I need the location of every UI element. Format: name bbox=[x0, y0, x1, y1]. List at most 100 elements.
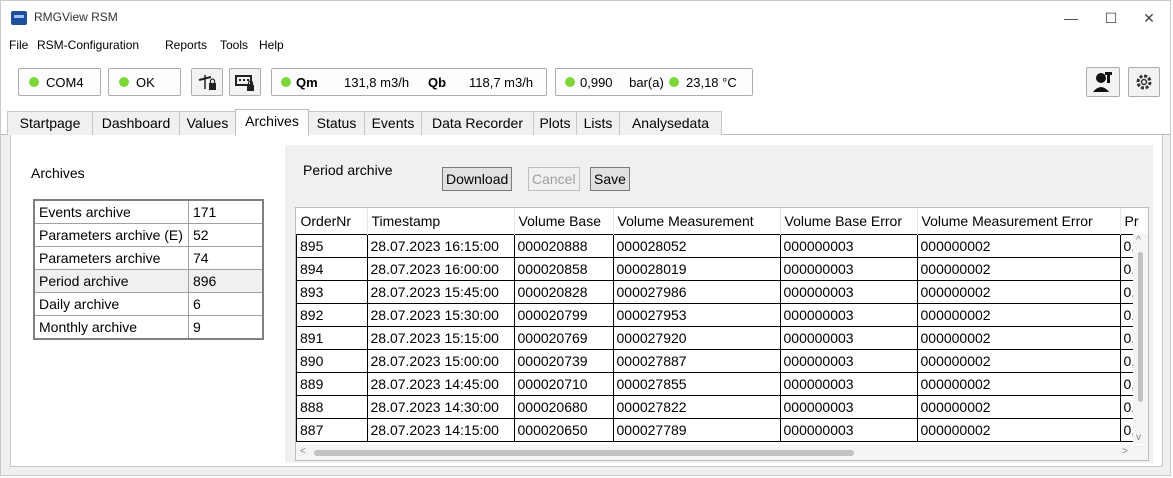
tab-data-recorder[interactable]: Data Recorder bbox=[421, 111, 534, 135]
table-cell: 28.07.2023 14:30:00 bbox=[366, 395, 515, 419]
service-user-icon bbox=[1093, 72, 1112, 92]
port-indicator[interactable]: COM4 bbox=[18, 68, 101, 96]
close-icon[interactable]: ✕ bbox=[1134, 7, 1164, 29]
column-header[interactable]: Volume Measurement bbox=[613, 208, 781, 235]
table-cell: 000020888 bbox=[513, 234, 614, 258]
table-row[interactable]: 891 28.07.2023 15:15:00 000020769 000027920… bbox=[296, 326, 1148, 350]
qb-value: 118,7 m3/h bbox=[469, 75, 534, 90]
tab-status[interactable]: Status bbox=[308, 111, 365, 135]
column-header[interactable]: Volume Base bbox=[514, 208, 614, 235]
table-row[interactable]: 893 28.07.2023 15:45:00 000020828 000027986… bbox=[296, 280, 1148, 304]
table-cell: 000000002 bbox=[916, 395, 1121, 419]
table-row[interactable]: 890 28.07.2023 15:00:00 000020739 000027887… bbox=[296, 349, 1148, 373]
table-cell: 000000003 bbox=[779, 280, 918, 304]
column-header[interactable]: Volume Measurement Error bbox=[917, 208, 1121, 235]
scroll-down-icon[interactable]: v bbox=[1136, 432, 1141, 443]
column-header[interactable]: Timestamp bbox=[367, 208, 515, 235]
pressure-status-dot bbox=[565, 77, 575, 87]
period-archive-grid[interactable]: OrderNr Timestamp Volume Base Volume Measur… bbox=[295, 207, 1149, 461]
table-cell: 000028019 bbox=[612, 257, 781, 281]
table-cell: 28.07.2023 16:00:00 bbox=[366, 257, 515, 281]
scroll-right-icon[interactable]: > bbox=[1122, 446, 1128, 457]
menu-help[interactable]: Help bbox=[259, 38, 284, 52]
user-service-button[interactable] bbox=[1086, 67, 1120, 97]
table-row[interactable]: 894 28.07.2023 16:00:00 000020858 000028019… bbox=[296, 257, 1148, 281]
table-cell: 889 bbox=[296, 372, 368, 396]
qb-label: Qb bbox=[428, 75, 447, 90]
table-cell: 000000002 bbox=[916, 372, 1121, 396]
tab-lists[interactable]: Lists bbox=[576, 111, 620, 135]
pressure-value: 0,990 bar(a) bbox=[580, 75, 664, 90]
archive-count: 74 bbox=[187, 246, 264, 270]
period-archive-panel: Period archive Download Cancel Save Orde… bbox=[285, 145, 1153, 463]
table-cell: 000020710 bbox=[513, 372, 614, 396]
table-cell: 000020858 bbox=[513, 257, 614, 281]
archive-count: 171 bbox=[187, 199, 264, 224]
toolbar: COM4 OK Qm 131,8 m3/h Qb 118,7 m3/h 0,99… bbox=[1, 55, 1170, 109]
title-bar: RMGView RSM — ☐ ✕ bbox=[1, 1, 1170, 35]
column-header[interactable]: Volume Base Error bbox=[780, 208, 918, 235]
tab-values[interactable]: Values bbox=[179, 111, 236, 135]
scroll-left-icon[interactable]: < bbox=[300, 446, 306, 457]
archive-row[interactable]: Monthly archive 9 bbox=[33, 315, 264, 340]
column-header[interactable]: OrderNr bbox=[296, 208, 368, 235]
cancel-button[interactable]: Cancel bbox=[528, 167, 580, 191]
menu-bar: File RSM-Configuration Reports Tools Hel… bbox=[1, 35, 1170, 55]
table-cell: 28.07.2023 15:30:00 bbox=[366, 303, 515, 327]
vertical-scrollbar[interactable]: ^ v bbox=[1133, 234, 1148, 444]
table-cell: 000000003 bbox=[779, 349, 918, 373]
table-cell: 000020828 bbox=[513, 280, 614, 304]
table-cell: 28.07.2023 15:00:00 bbox=[366, 349, 515, 373]
table-row[interactable]: 888 28.07.2023 14:30:00 000020680 000027822… bbox=[296, 395, 1148, 419]
tab-analysedata[interactable]: Analysedata bbox=[619, 111, 722, 135]
table-cell: 000027855 bbox=[612, 372, 781, 396]
table-row[interactable]: 887 28.07.2023 14:15:00 000020650 000027789… bbox=[296, 418, 1148, 442]
device-lock-button[interactable] bbox=[229, 68, 261, 96]
table-cell: 000000003 bbox=[779, 372, 918, 396]
save-button[interactable]: Save bbox=[590, 167, 630, 191]
table-row[interactable]: 889 28.07.2023 14:45:00 000020710 000027855… bbox=[296, 372, 1148, 396]
table-cell: 000020680 bbox=[513, 395, 614, 419]
maximize-icon[interactable]: ☐ bbox=[1096, 7, 1126, 29]
download-button[interactable]: Download bbox=[442, 167, 513, 191]
qm-label: Qm bbox=[296, 75, 318, 90]
horizontal-scroll-thumb[interactable] bbox=[314, 450, 854, 456]
menu-reports[interactable]: Reports bbox=[165, 38, 207, 52]
table-cell: 000000002 bbox=[916, 303, 1121, 327]
connection-status[interactable]: OK bbox=[108, 68, 181, 96]
table-cell: 000020650 bbox=[513, 418, 614, 442]
period-archive-table: OrderNr Timestamp Volume Base Volume Measur… bbox=[296, 208, 1148, 442]
menu-tools[interactable]: Tools bbox=[220, 38, 248, 52]
column-header[interactable]: Pr bbox=[1120, 208, 1148, 235]
table-row[interactable]: 892 28.07.2023 15:30:00 000020799 000027953… bbox=[296, 303, 1148, 327]
tab-startpage[interactable]: Startpage bbox=[7, 111, 93, 135]
archive-row[interactable]: Parameters archive 74 bbox=[33, 246, 264, 270]
tab-dashboard[interactable]: Dashboard bbox=[92, 111, 180, 135]
archive-row[interactable]: Period archive 896 bbox=[33, 269, 264, 293]
minimize-icon[interactable]: — bbox=[1056, 7, 1086, 29]
tab-plots[interactable]: Plots bbox=[533, 111, 577, 135]
horizontal-scrollbar[interactable]: < > bbox=[296, 445, 1148, 460]
archive-name: Parameters archive bbox=[33, 246, 189, 270]
menu-rsm-configuration[interactable]: RSM-Configuration bbox=[37, 38, 139, 52]
table-cell: 000027986 bbox=[612, 280, 781, 304]
temperature-value: 23,18 °C bbox=[686, 75, 737, 90]
menu-file[interactable]: File bbox=[9, 38, 28, 52]
table-cell: 000020799 bbox=[513, 303, 614, 327]
archive-count: 9 bbox=[187, 315, 264, 340]
table-cell: 000000003 bbox=[779, 326, 918, 350]
archive-row[interactable]: Daily archive 6 bbox=[33, 292, 264, 316]
archive-count: 6 bbox=[187, 292, 264, 316]
table-row[interactable]: 895 28.07.2023 16:15:00 000020888 000028052… bbox=[296, 234, 1148, 258]
archive-row[interactable]: Parameters archive (E) 52 bbox=[33, 223, 264, 247]
archive-name: Daily archive bbox=[33, 292, 189, 316]
table-cell: 000000003 bbox=[779, 234, 918, 258]
scroll-up-icon[interactable]: ^ bbox=[1136, 235, 1141, 246]
vertical-scroll-thumb[interactable] bbox=[1138, 252, 1143, 402]
calibration-lock-button[interactable] bbox=[191, 68, 223, 96]
archive-row[interactable]: Events archive 171 bbox=[33, 199, 264, 224]
tab-events[interactable]: Events bbox=[364, 111, 422, 135]
tab-archives[interactable]: Archives bbox=[235, 109, 309, 136]
settings-button[interactable] bbox=[1128, 67, 1160, 97]
tab-bar: Startpage Dashboard Values Archives Stat… bbox=[1, 109, 1170, 136]
